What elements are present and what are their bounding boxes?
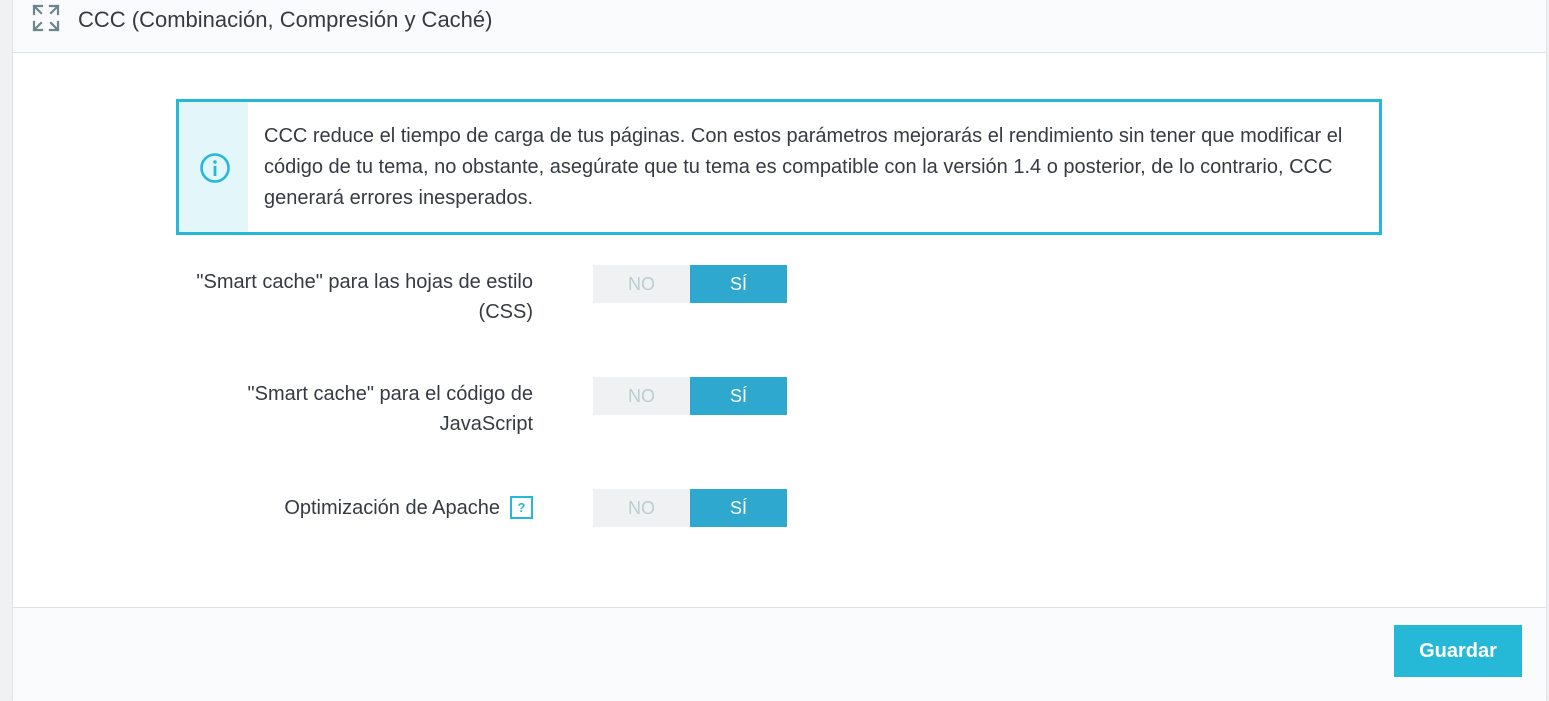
apache-optimization-switch[interactable]: NO SÍ (593, 489, 788, 527)
switch-option-no[interactable]: NO (593, 489, 690, 527)
setting-label: "Smart cache" para el código de JavaScri… (247, 383, 533, 435)
ccc-panel: CCC (Combinación, Compresión y Caché) CC… (12, 0, 1547, 701)
setting-label: "Smart cache" para las hojas de estilo (… (196, 271, 533, 323)
setting-label: Optimización de Apache (284, 497, 500, 519)
switch-option-yes[interactable]: SÍ (690, 489, 787, 527)
expand-arrows-icon (32, 4, 60, 32)
switch-option-yes[interactable]: SÍ (690, 377, 787, 415)
info-circle-icon (200, 153, 230, 183)
setting-label-wrap: Optimización de Apache? (193, 493, 533, 523)
panel-title: CCC (Combinación, Compresión y Caché) (78, 7, 493, 32)
css-smart-cache-switch[interactable]: NO SÍ (593, 265, 788, 303)
alert-message: CCC reduce el tiempo de carga de tus pág… (264, 125, 1343, 209)
panel-footer: Guardar (13, 607, 1546, 701)
alert-icon-area (179, 102, 248, 232)
panel-heading: CCC (Combinación, Compresión y Caché) (13, 0, 1546, 53)
info-alert: CCC reduce el tiempo de carga de tus pág… (176, 99, 1382, 235)
switch-option-no[interactable]: NO (593, 265, 690, 303)
switch-option-no[interactable]: NO (593, 377, 690, 415)
save-button[interactable]: Guardar (1394, 625, 1522, 677)
js-smart-cache-switch[interactable]: NO SÍ (593, 377, 788, 415)
help-icon[interactable]: ? (510, 495, 533, 519)
switch-option-yes[interactable]: SÍ (690, 265, 787, 303)
